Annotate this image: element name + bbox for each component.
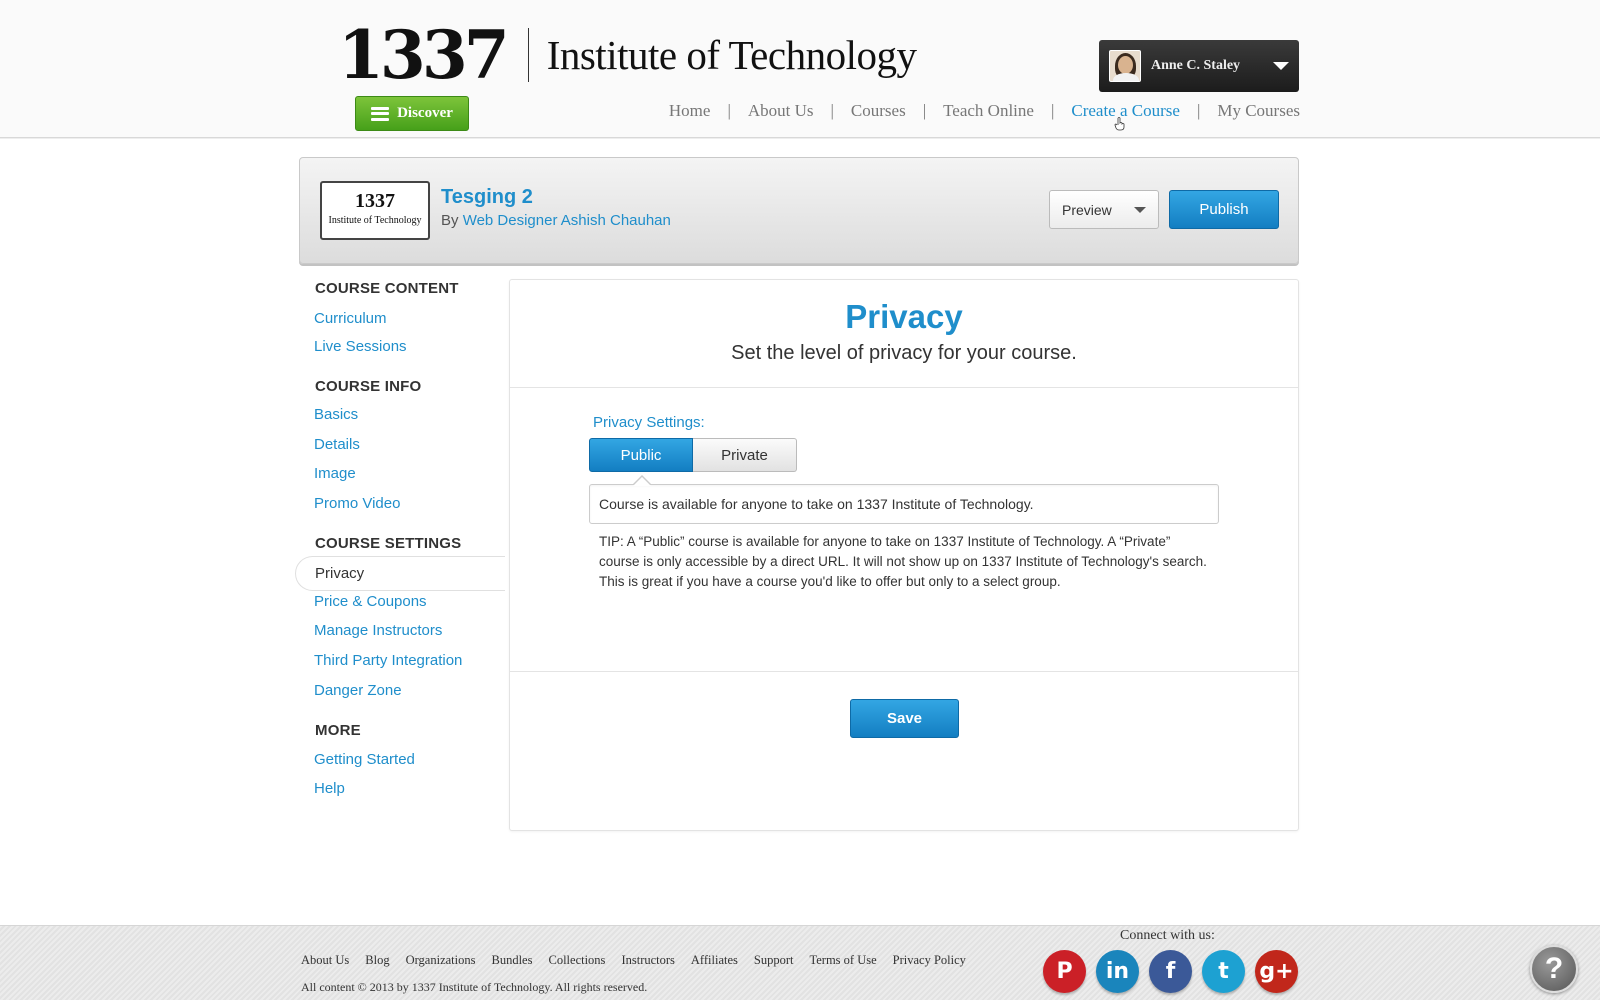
course-header-bar: 1337 Institute of Technology Tesging 2 B… — [299, 157, 1299, 264]
sidebar-heading-course-content: COURSE CONTENT — [315, 280, 459, 297]
nav-home[interactable]: Home — [669, 101, 711, 121]
discover-label: Discover — [397, 105, 453, 121]
social-links: Pin f t g+ — [1043, 950, 1298, 993]
privacy-panel: Privacy Set the level of privacy for you… — [509, 279, 1299, 831]
linkedin-icon[interactable]: in — [1096, 950, 1139, 993]
footer-link-instructors[interactable]: Instructors — [621, 953, 674, 968]
logo-number: 1337 — [338, 16, 510, 94]
privacy-settings-label: Privacy Settings: — [593, 414, 705, 431]
sidebar-item-details[interactable]: Details — [299, 436, 509, 453]
footer-link-affiliates[interactable]: Affiliates — [691, 953, 738, 968]
sidebar-item-price-and-coupons[interactable]: Price & Coupons — [299, 593, 509, 610]
sidebar-item-promo-video[interactable]: Promo Video — [299, 495, 509, 512]
sidebar-item-danger-zone[interactable]: Danger Zone — [299, 682, 509, 699]
nav-my-courses[interactable]: My Courses — [1217, 101, 1300, 121]
divider — [510, 671, 1298, 672]
discover-button[interactable]: Discover — [355, 96, 469, 131]
by-prefix: By — [441, 212, 459, 229]
nav-separator: | — [830, 101, 834, 120]
sidebar-item-getting-started[interactable]: Getting Started — [299, 751, 509, 768]
chevron-down-icon — [1134, 206, 1146, 213]
publish-button[interactable]: Publish — [1169, 190, 1279, 229]
main-nav: Home | About Us | Courses | Teach Online | Creat… — [669, 101, 1300, 121]
course-title[interactable]: Tesging 2 — [441, 186, 533, 209]
course-logo-name: Institute of Technology — [328, 215, 422, 226]
facebook-icon[interactable]: f — [1149, 950, 1192, 993]
sidebar-heading-course-settings: COURSE SETTINGS — [315, 535, 462, 552]
sidebar-item-manage-instructors[interactable]: Manage Instructors — [299, 622, 509, 639]
nav-separator: | — [922, 101, 927, 120]
footer-link-bundles[interactable]: Bundles — [492, 953, 533, 968]
course-logo-number: 1337 — [355, 190, 395, 212]
nav-separator: | — [1196, 101, 1201, 120]
page-subtitle: Set the level of privacy for your course… — [731, 342, 1077, 364]
copyright: All content © 2013 by 1337 Institute of … — [301, 980, 648, 994]
footer-link-privacy-policy[interactable]: Privacy Policy — [893, 953, 966, 968]
sidebar-item-image[interactable]: Image — [299, 465, 509, 482]
preview-label: Preview — [1062, 201, 1112, 218]
footer-link-support[interactable]: Support — [754, 953, 794, 968]
sidebar-item-privacy[interactable]: Privacy — [295, 556, 505, 591]
googleplus-icon[interactable]: g+ — [1255, 950, 1298, 993]
sidebar-item-help[interactable]: Help — [299, 780, 509, 797]
course-author-line: By Web Designer Ashish Chauhan — [441, 212, 671, 229]
privacy-tip: TIP: A “Public” course is available for … — [599, 534, 1207, 589]
chevron-down-icon — [1273, 62, 1289, 70]
site-logo[interactable]: 1337 Institute of Technology — [338, 16, 917, 94]
sidebar-item-live-sessions[interactable]: Live Sessions — [299, 338, 509, 355]
nav-separator: | — [1050, 101, 1055, 120]
footer-link-collections[interactable]: Collections — [548, 953, 605, 968]
sidebar-item-basics[interactable]: Basics — [299, 406, 509, 423]
preview-dropdown[interactable]: Preview — [1049, 190, 1159, 229]
nav-separator: | — [727, 101, 731, 120]
footer-link-blog[interactable]: Blog — [365, 953, 389, 968]
footer-links: About Us Blog Organizations Bundles Collecti… — [301, 953, 966, 968]
pointer-cursor-icon — [1114, 117, 1125, 131]
sidebar-item-third-party-integration[interactable]: Third Party Integration — [299, 652, 509, 669]
connect-label: Connect with us: — [1120, 928, 1215, 943]
twitter-icon[interactable]: t — [1202, 950, 1245, 993]
user-menu[interactable]: Anne C. Staley — [1099, 40, 1299, 92]
footer-link-about-us[interactable]: About Us — [301, 953, 349, 968]
privacy-toggle: Public Private — [589, 438, 797, 486]
logo-separator — [527, 28, 529, 82]
nav-courses[interactable]: Courses — [851, 101, 906, 121]
course-logo: 1337 Institute of Technology — [320, 181, 430, 240]
site-header: 1337 Institute of Technology Discover An… — [0, 0, 1600, 138]
sidebar-item-curriculum[interactable]: Curriculum — [299, 310, 509, 327]
menu-icon — [371, 106, 390, 121]
public-option[interactable]: Public — [589, 438, 693, 486]
sidebar-heading-more: MORE — [315, 722, 361, 739]
private-option[interactable]: Private — [693, 438, 797, 472]
divider — [510, 387, 1298, 388]
privacy-description: Course is available for anyone to take o… — [589, 484, 1219, 524]
help-icon[interactable]: ? — [1530, 945, 1578, 993]
footer-link-terms-of-use[interactable]: Terms of Use — [809, 953, 876, 968]
logo-name: Institute of Technology — [546, 32, 917, 78]
footer-link-organizations[interactable]: Organizations — [406, 953, 476, 968]
sidebar-heading-course-info: COURSE INFO — [315, 378, 422, 395]
pinterest-icon[interactable]: P — [1043, 950, 1086, 993]
user-name: Anne C. Staley — [1151, 58, 1241, 73]
save-button[interactable]: Save — [850, 699, 959, 738]
avatar — [1109, 50, 1141, 82]
course-author-link[interactable]: Web Designer Ashish Chauhan — [463, 212, 671, 229]
nav-teach-online[interactable]: Teach Online — [943, 101, 1034, 121]
site-footer: About Us Blog Organizations Bundles Collecti… — [0, 925, 1600, 1000]
page-title: Privacy — [845, 298, 963, 335]
nav-about-us[interactable]: About Us — [748, 101, 814, 121]
